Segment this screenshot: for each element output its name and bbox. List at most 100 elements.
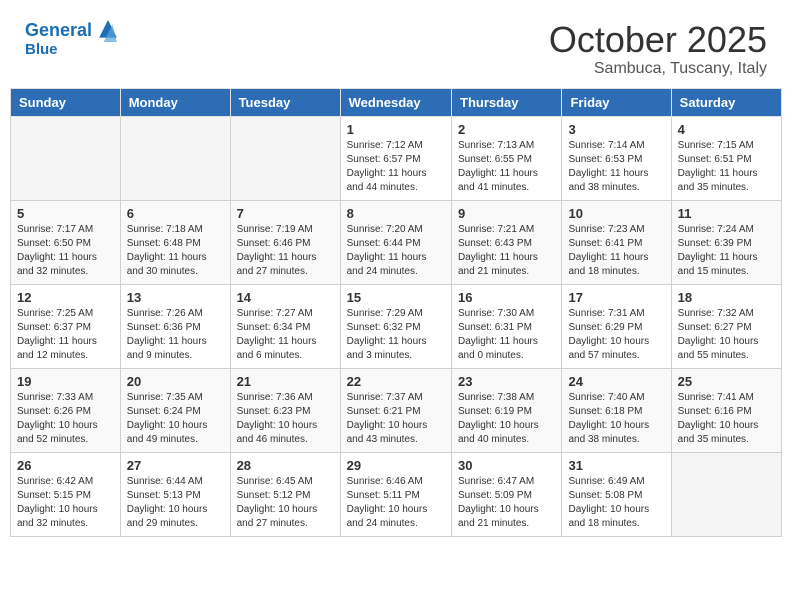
calendar-day-cell: 16 Sunrise: 7:30 AMSunset: 6:31 PMDayligh… xyxy=(452,284,562,368)
day-info: Sunrise: 6:42 AMSunset: 5:15 PMDaylight:… xyxy=(17,475,114,531)
day-number: 30 xyxy=(458,458,555,473)
calendar-day-cell: 4Sunrise: 7:15 AMSunset: 6:51 PMDaylight… xyxy=(671,116,781,200)
day-number: 9 xyxy=(458,206,555,221)
day-info: Sunrise: 6:45 AMSunset: 5:12 PMDaylight:… xyxy=(237,475,334,531)
day-info: Sunrise: 7:41 AMSunset: 6:16 PMDaylight:… xyxy=(678,391,775,447)
day-number: 1 xyxy=(347,122,445,137)
day-info: Sunrise: 7:37 AMSunset: 6:21 PMDaylight:… xyxy=(347,391,445,447)
day-info: Sunrise: 7:30 AMSunset: 6:31 PMDaylight:… xyxy=(458,307,555,363)
day-info: Sunrise: 7:27 AMSunset: 6:34 PMDaylight:… xyxy=(237,307,334,363)
day-info: Sunrise: 7:32 AMSunset: 6:27 PMDaylight:… xyxy=(678,307,775,363)
calendar-week-row: 19 Sunrise: 7:33 AMSunset: 6:26 PMDayligh… xyxy=(11,368,782,452)
calendar-day-cell: 14 Sunrise: 7:27 AMSunset: 6:34 PMDayligh… xyxy=(230,284,340,368)
day-number: 12 xyxy=(17,290,114,305)
day-number: 26 xyxy=(17,458,114,473)
day-number: 6 xyxy=(127,206,224,221)
day-number: 4 xyxy=(678,122,775,137)
day-info: Sunrise: 7:20 AMSunset: 6:44 PMDaylight:… xyxy=(347,223,445,279)
day-info: Sunrise: 7:36 AMSunset: 6:23 PMDaylight:… xyxy=(237,391,334,447)
day-number: 25 xyxy=(678,374,775,389)
calendar-day-cell: 29 Sunrise: 6:46 AMSunset: 5:11 PMDayligh… xyxy=(340,452,451,536)
day-info: Sunrise: 7:40 AMSunset: 6:18 PMDaylight:… xyxy=(568,391,664,447)
day-info: Sunrise: 7:12 AMSunset: 6:57 PMDaylight:… xyxy=(347,139,445,195)
day-info: Sunrise: 6:44 AMSunset: 5:13 PMDaylight:… xyxy=(127,475,224,531)
day-info: Sunrise: 6:49 AMSunset: 5:08 PMDaylight:… xyxy=(568,475,664,531)
day-number: 14 xyxy=(237,290,334,305)
day-number: 19 xyxy=(17,374,114,389)
calendar-day-cell: 13 Sunrise: 7:26 AMSunset: 6:36 PMDayligh… xyxy=(120,284,230,368)
calendar-day-header: Monday xyxy=(120,88,230,116)
calendar-day-cell: 5Sunrise: 7:17 AMSunset: 6:50 PMDaylight… xyxy=(11,200,121,284)
calendar-day-cell: 9 Sunrise: 7:21 AMSunset: 6:43 PMDaylight… xyxy=(452,200,562,284)
calendar-day-cell: 6Sunrise: 7:18 AMSunset: 6:48 PMDaylight… xyxy=(120,200,230,284)
calendar-week-row: 26 Sunrise: 6:42 AMSunset: 5:15 PMDayligh… xyxy=(11,452,782,536)
calendar-day-cell: 25 Sunrise: 7:41 AMSunset: 6:16 PMDayligh… xyxy=(671,368,781,452)
title-block: October 2025 Sambuca, Tuscany, Italy xyxy=(549,20,767,78)
page-header: General Blue October 2025 Sambuca, Tusca… xyxy=(10,10,782,83)
calendar-day-cell: 15Sunrise: 7:29 AMSunset: 6:32 PMDayligh… xyxy=(340,284,451,368)
calendar-day-header: Friday xyxy=(562,88,671,116)
day-info: Sunrise: 7:13 AMSunset: 6:55 PMDaylight:… xyxy=(458,139,555,195)
day-info: Sunrise: 7:26 AMSunset: 6:36 PMDaylight:… xyxy=(127,307,224,363)
calendar-day-header: Saturday xyxy=(671,88,781,116)
day-info: Sunrise: 6:47 AMSunset: 5:09 PMDaylight:… xyxy=(458,475,555,531)
day-number: 18 xyxy=(678,290,775,305)
day-number: 24 xyxy=(568,374,664,389)
day-number: 16 xyxy=(458,290,555,305)
logo-blue: Blue xyxy=(25,42,117,59)
calendar-day-cell: 2 Sunrise: 7:13 AMSunset: 6:55 PMDaylight… xyxy=(452,116,562,200)
calendar-header-row: SundayMondayTuesdayWednesdayThursdayFrid… xyxy=(11,88,782,116)
calendar-day-cell: 11 Sunrise: 7:24 AMSunset: 6:39 PMDayligh… xyxy=(671,200,781,284)
day-number: 27 xyxy=(127,458,224,473)
calendar-day-cell: 12 Sunrise: 7:25 AMSunset: 6:37 PMDayligh… xyxy=(11,284,121,368)
calendar-week-row: 5Sunrise: 7:17 AMSunset: 6:50 PMDaylight… xyxy=(11,200,782,284)
calendar-day-cell: 8 Sunrise: 7:20 AMSunset: 6:44 PMDaylight… xyxy=(340,200,451,284)
calendar-day-cell: 30 Sunrise: 6:47 AMSunset: 5:09 PMDayligh… xyxy=(452,452,562,536)
day-info: Sunrise: 7:24 AMSunset: 6:39 PMDaylight:… xyxy=(678,223,775,279)
calendar-day-cell: 17Sunrise: 7:31 AMSunset: 6:29 PMDayligh… xyxy=(562,284,671,368)
day-info: Sunrise: 7:33 AMSunset: 6:26 PMDaylight:… xyxy=(17,391,114,447)
day-number: 8 xyxy=(347,206,445,221)
calendar-week-row: 12 Sunrise: 7:25 AMSunset: 6:37 PMDayligh… xyxy=(11,284,782,368)
calendar-day-cell: 7 Sunrise: 7:19 AMSunset: 6:46 PMDaylight… xyxy=(230,200,340,284)
calendar-day-cell: 27 Sunrise: 6:44 AMSunset: 5:13 PMDayligh… xyxy=(120,452,230,536)
calendar-day-cell: 31 Sunrise: 6:49 AMSunset: 5:08 PMDayligh… xyxy=(562,452,671,536)
calendar-day-header: Tuesday xyxy=(230,88,340,116)
calendar-day-cell: 28Sunrise: 6:45 AMSunset: 5:12 PMDayligh… xyxy=(230,452,340,536)
calendar-week-row: 1 Sunrise: 7:12 AMSunset: 6:57 PMDaylight… xyxy=(11,116,782,200)
day-info: Sunrise: 7:21 AMSunset: 6:43 PMDaylight:… xyxy=(458,223,555,279)
location-title: Sambuca, Tuscany, Italy xyxy=(549,60,767,78)
calendar-day-cell xyxy=(671,452,781,536)
day-number: 10 xyxy=(568,206,664,221)
calendar-day-cell: 20Sunrise: 7:35 AMSunset: 6:24 PMDayligh… xyxy=(120,368,230,452)
day-info: Sunrise: 7:17 AMSunset: 6:50 PMDaylight:… xyxy=(17,223,114,279)
calendar-day-cell: 21 Sunrise: 7:36 AMSunset: 6:23 PMDayligh… xyxy=(230,368,340,452)
logo: General Blue xyxy=(25,20,117,59)
calendar-day-header: Sunday xyxy=(11,88,121,116)
day-info: Sunrise: 7:38 AMSunset: 6:19 PMDaylight:… xyxy=(458,391,555,447)
day-number: 11 xyxy=(678,206,775,221)
calendar-day-cell: 18 Sunrise: 7:32 AMSunset: 6:27 PMDayligh… xyxy=(671,284,781,368)
calendar-day-cell: 23Sunrise: 7:38 AMSunset: 6:19 PMDayligh… xyxy=(452,368,562,452)
day-number: 2 xyxy=(458,122,555,137)
day-info: Sunrise: 6:46 AMSunset: 5:11 PMDaylight:… xyxy=(347,475,445,531)
calendar-day-cell: 26 Sunrise: 6:42 AMSunset: 5:15 PMDayligh… xyxy=(11,452,121,536)
day-info: Sunrise: 7:19 AMSunset: 6:46 PMDaylight:… xyxy=(237,223,334,279)
logo-text: General xyxy=(25,20,117,42)
day-number: 7 xyxy=(237,206,334,221)
day-number: 3 xyxy=(568,122,664,137)
day-number: 13 xyxy=(127,290,224,305)
day-number: 21 xyxy=(237,374,334,389)
day-info: Sunrise: 7:23 AMSunset: 6:41 PMDaylight:… xyxy=(568,223,664,279)
calendar-day-cell xyxy=(11,116,121,200)
calendar-table: SundayMondayTuesdayWednesdayThursdayFrid… xyxy=(10,88,782,537)
calendar-day-header: Wednesday xyxy=(340,88,451,116)
calendar-day-header: Thursday xyxy=(452,88,562,116)
calendar-day-cell xyxy=(230,116,340,200)
day-number: 17 xyxy=(568,290,664,305)
day-info: Sunrise: 7:14 AMSunset: 6:53 PMDaylight:… xyxy=(568,139,664,195)
day-number: 29 xyxy=(347,458,445,473)
calendar-day-cell: 1 Sunrise: 7:12 AMSunset: 6:57 PMDaylight… xyxy=(340,116,451,200)
day-info: Sunrise: 7:25 AMSunset: 6:37 PMDaylight:… xyxy=(17,307,114,363)
day-number: 31 xyxy=(568,458,664,473)
